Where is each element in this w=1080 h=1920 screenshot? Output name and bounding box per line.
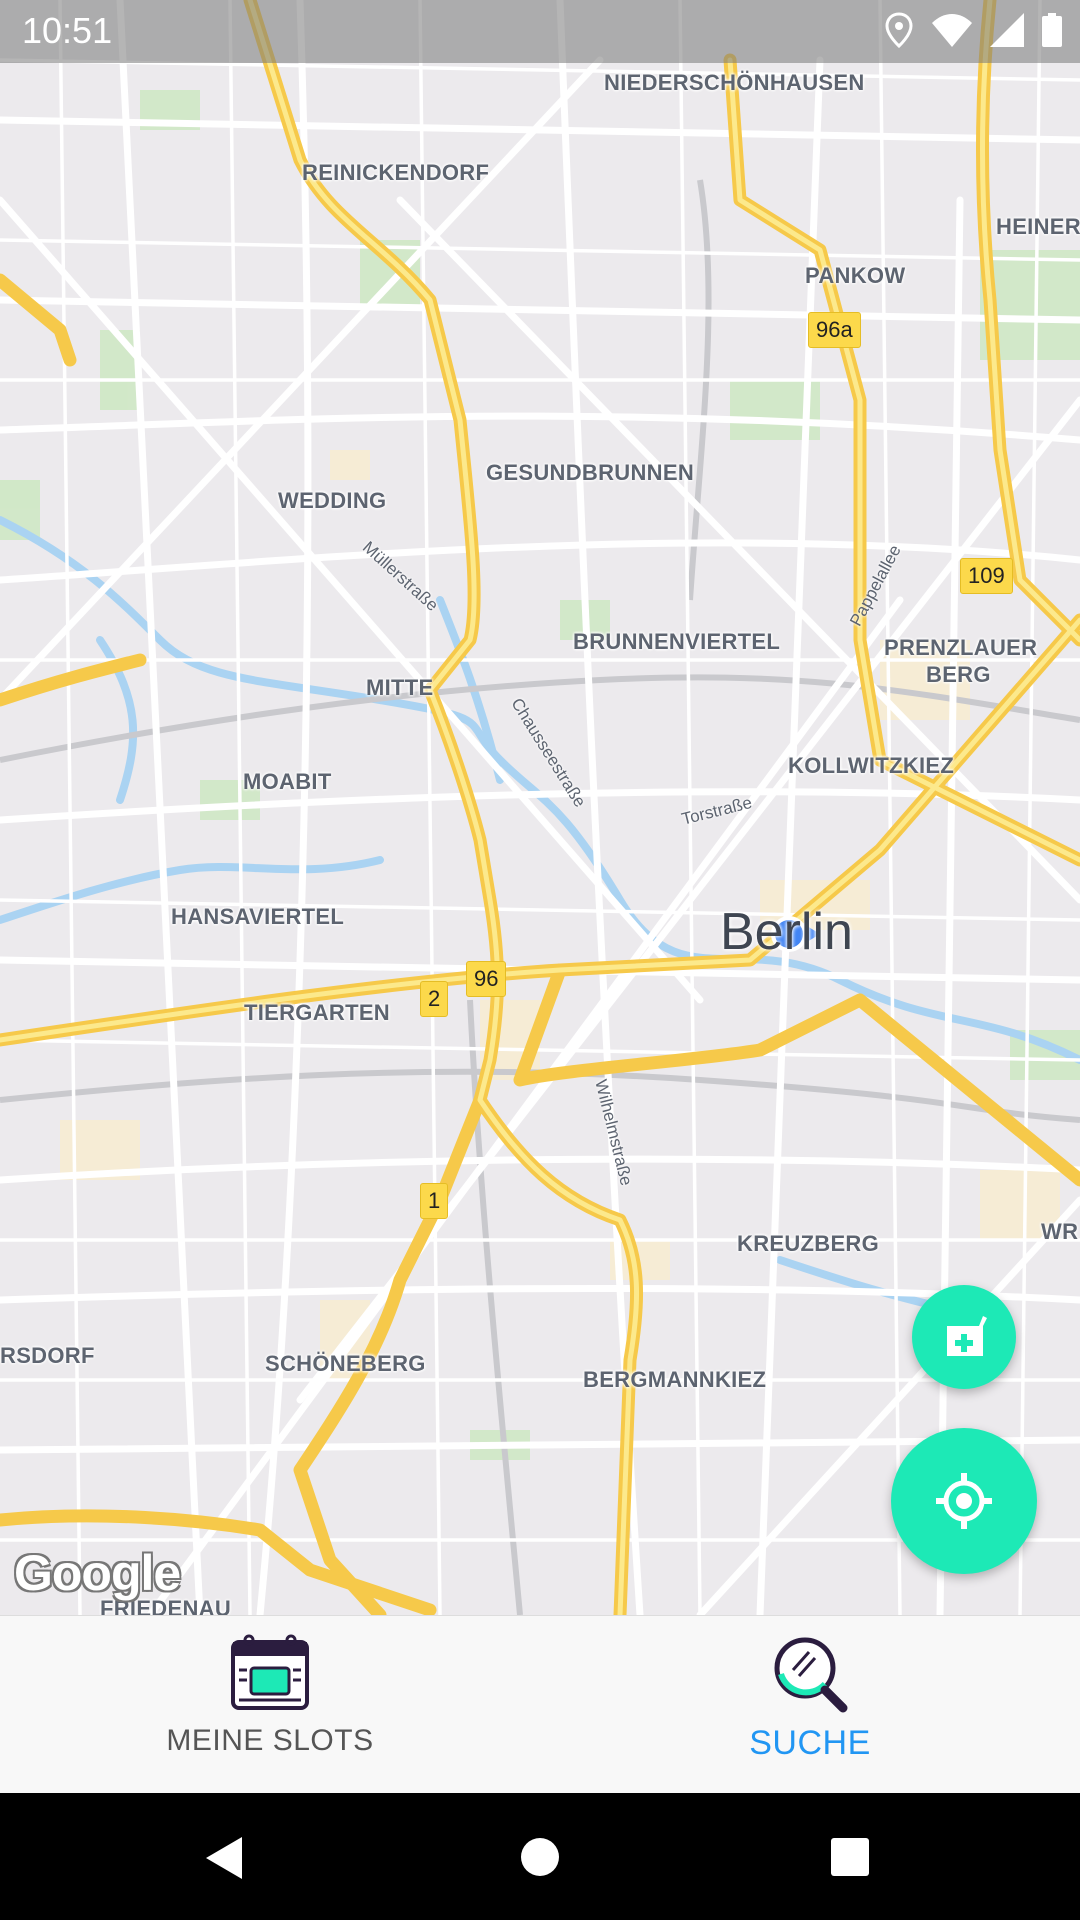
district-label: PRENZLAUER bbox=[884, 635, 1038, 660]
district-label: HEINERS bbox=[996, 214, 1080, 239]
route-shield: 96a bbox=[808, 312, 861, 348]
google-logo: Google bbox=[14, 1545, 181, 1601]
location-icon bbox=[885, 12, 913, 48]
district-label: MOABIT bbox=[243, 769, 332, 794]
wifi-icon bbox=[932, 14, 972, 47]
district-label: BERGMANNKIEZ bbox=[583, 1367, 767, 1392]
district-label: MITTE bbox=[366, 675, 434, 700]
map-base bbox=[0, 0, 1080, 1615]
nav-item-meine-slots[interactable]: MEINE SLOTS bbox=[0, 1616, 540, 1794]
nav-item-label: SUCHE bbox=[749, 1724, 871, 1762]
district-label: RSDORF bbox=[0, 1343, 95, 1368]
nav-item-suche[interactable]: SUCHE bbox=[540, 1616, 1080, 1794]
my-location-button[interactable] bbox=[891, 1428, 1037, 1574]
route-shield: 96 bbox=[466, 961, 507, 997]
status-bar: 10:51 bbox=[0, 0, 1080, 63]
district-label: TIERGARTEN bbox=[244, 1000, 390, 1025]
district-label: KREUZBERG bbox=[737, 1231, 880, 1256]
status-icons bbox=[884, 12, 1062, 48]
pharmacy-add-icon bbox=[947, 1316, 987, 1356]
district-label: WEDDING bbox=[278, 488, 387, 513]
calendar-slots-icon bbox=[231, 1634, 309, 1710]
district-label: BERG bbox=[926, 662, 991, 687]
home-icon[interactable] bbox=[520, 1837, 560, 1877]
signal-icon bbox=[990, 13, 1024, 47]
district-label: WR bbox=[1041, 1219, 1079, 1244]
bottom-navigation: MEINE SLOTS SUCHE bbox=[0, 1615, 1080, 1794]
search-magnifier-icon bbox=[774, 1637, 848, 1713]
district-label: NIEDERSCHÖNHAUSEN bbox=[604, 70, 865, 95]
status-time: 10:51 bbox=[22, 10, 113, 51]
route-shield: 2 bbox=[420, 981, 449, 1017]
route-shield: 1 bbox=[420, 1183, 449, 1219]
district-label: KOLLWITZKIEZ bbox=[788, 753, 955, 778]
city-label: Berlin bbox=[720, 903, 853, 961]
district-label: PANKOW bbox=[805, 263, 906, 288]
system-navigation-bar bbox=[0, 1793, 1080, 1920]
district-label: HANSAVIERTEL bbox=[171, 904, 345, 929]
nav-item-label: MEINE SLOTS bbox=[166, 1724, 374, 1757]
add-pharmacy-button[interactable] bbox=[912, 1285, 1016, 1389]
map-view[interactable]: NIEDERSCHÖNHAUSEN REINICKENDORF HEINERS … bbox=[0, 0, 1080, 1615]
back-icon[interactable] bbox=[204, 1835, 244, 1881]
district-label: SCHÖNEBERG bbox=[265, 1351, 426, 1376]
recents-icon[interactable] bbox=[830, 1837, 870, 1877]
route-shield: 109 bbox=[960, 558, 1013, 594]
battery-icon bbox=[1042, 13, 1062, 47]
my-location-icon bbox=[936, 1473, 992, 1529]
district-label: REINICKENDORF bbox=[302, 160, 490, 185]
district-label: GESUNDBRUNNEN bbox=[486, 460, 695, 485]
district-label: BRUNNENVIERTEL bbox=[573, 629, 781, 654]
